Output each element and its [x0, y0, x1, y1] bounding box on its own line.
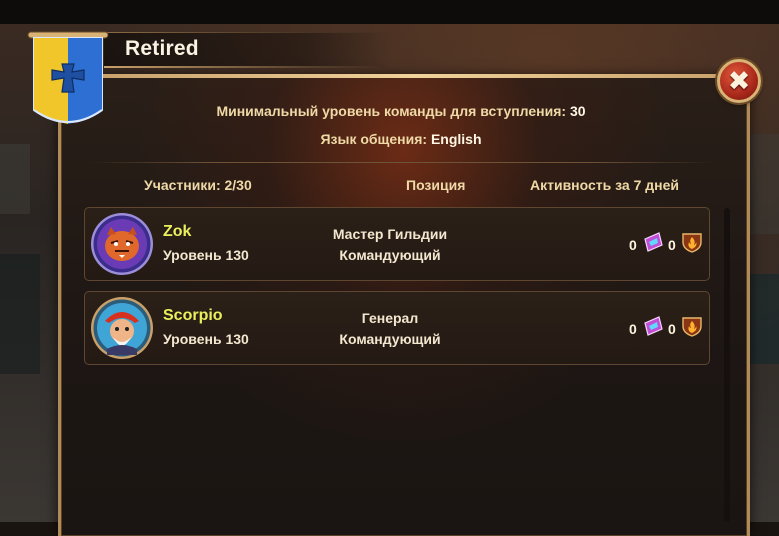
min-level-value: 30 [569, 103, 586, 119]
member-row[interactable]: Scorpio Уровень 130 Генерал Командующий … [84, 291, 710, 365]
language-label: Язык общения: [320, 131, 428, 147]
position-role: Командующий [339, 247, 441, 263]
position-column-header: Позиция [406, 177, 466, 193]
cross-banner-icon [27, 31, 109, 124]
min-level-label: Минимальный уровень команды для вступлен… [216, 103, 567, 119]
activity-column-header: Активность за 7 дней [530, 177, 680, 193]
member-row[interactable]: Zok Уровень 130 Мастер Гильдии Командующ… [84, 207, 710, 281]
scrollbar[interactable] [724, 208, 730, 522]
title-line-top [104, 32, 384, 33]
position-title: Мастер Гильдии [332, 226, 448, 242]
language-value: English [430, 131, 482, 147]
members-column-header: Участники: 2/30 [144, 177, 252, 193]
guild-title: Retired [125, 37, 199, 60]
fire-shield-icon [682, 233, 702, 253]
gem-ticket-icon [644, 232, 663, 252]
member-name[interactable]: Scorpio [163, 307, 223, 325]
gem-ticket-icon [644, 316, 663, 336]
avatar [91, 213, 153, 275]
avatar [91, 297, 153, 359]
member-position: Мастер Гильдии Командующий [295, 224, 485, 266]
member-level: Уровень 130 [163, 331, 249, 347]
fire-shield-icon [682, 317, 702, 337]
title-underline [104, 66, 384, 68]
member-name[interactable]: Zok [163, 223, 191, 241]
min-level-line: Минимальный уровень команды для вступлен… [58, 103, 744, 119]
top-black-strip [0, 0, 779, 24]
member-position: Генерал Командующий [295, 308, 485, 350]
activity-count-b: 0 [668, 321, 676, 337]
close-icon: ✖ [727, 65, 751, 96]
activity-count-b: 0 [668, 237, 676, 253]
panel-top-rail [96, 74, 736, 78]
language-line: Язык общения: English [58, 131, 744, 147]
section-divider [88, 162, 714, 163]
activity-count-a: 0 [629, 237, 637, 253]
position-role: Командующий [339, 331, 441, 347]
member-level: Уровень 130 [163, 247, 249, 263]
position-title: Генерал [361, 310, 419, 326]
activity-count-a: 0 [629, 321, 637, 337]
close-button[interactable]: ✖ [717, 59, 761, 103]
